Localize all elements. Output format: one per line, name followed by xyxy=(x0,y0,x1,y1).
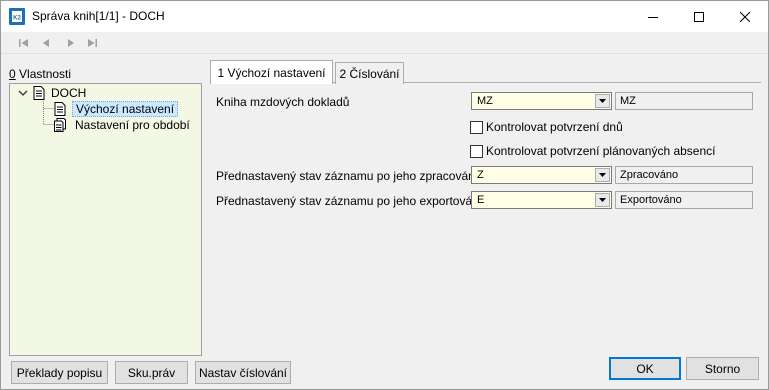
button-label: Překlady popisu xyxy=(16,365,103,380)
kontrolovat-absence-checkbox[interactable]: Kontrolovat potvrzení plánovaných absenc… xyxy=(470,144,715,158)
ok-button[interactable]: OK xyxy=(609,357,681,380)
stav-export-value: E xyxy=(477,194,485,206)
preklady-popisu-button[interactable]: Překlady popisu xyxy=(11,361,108,384)
first-record-button[interactable] xyxy=(16,36,32,50)
minimize-icon xyxy=(648,16,658,18)
minimize-button[interactable] xyxy=(630,1,676,32)
stav-zpracovani-value: Z xyxy=(477,169,484,181)
next-record-icon xyxy=(68,39,74,47)
maximize-icon xyxy=(694,11,704,22)
tree-item-label: DOCH xyxy=(51,86,87,100)
tree-item-label: Nastavení pro období xyxy=(75,118,190,132)
sku-prav-button[interactable]: Sku.práv xyxy=(115,361,188,384)
tree-item-vychozi-nastaveni[interactable]: Výchozí nastavení xyxy=(54,101,179,117)
document-icon xyxy=(33,86,45,100)
checkbox-box[interactable] xyxy=(470,144,483,158)
checkbox-label: Kontrolovat potvrzení plánovaných absenc… xyxy=(486,144,716,158)
button-label: Storno xyxy=(704,361,741,376)
stav-zpracovani-combo[interactable]: Z xyxy=(471,166,612,184)
dropdown-button[interactable] xyxy=(595,193,610,207)
first-record-icon xyxy=(19,39,28,47)
dropdown-button[interactable] xyxy=(595,168,610,182)
close-icon xyxy=(740,11,750,22)
last-record-button[interactable] xyxy=(85,36,101,50)
document-icon xyxy=(54,102,66,116)
title-bar[interactable]: K2 Správa knih[1/1] - DOCH xyxy=(1,1,768,32)
dialog-window: K2 Správa knih[1/1] - DOCH 0 Vlastnosti xyxy=(0,0,769,390)
stav-zpracovani-label: Přednastavený stav záznamu po jeho zprac… xyxy=(216,169,479,183)
kontrolovat-dny-checkbox[interactable]: Kontrolovat potvrzení dnů xyxy=(470,120,623,134)
kniha-value: MZ xyxy=(477,95,493,107)
checkbox-box[interactable] xyxy=(470,120,483,134)
kniha-combo[interactable]: MZ xyxy=(471,92,612,110)
chevron-down-icon xyxy=(599,173,606,177)
checkbox-label: Kontrolovat potvrzení dnů xyxy=(486,120,623,134)
tree-item-label: Výchozí nastavení xyxy=(72,101,179,117)
stav-zpracovani-description: Zpracováno xyxy=(615,166,753,184)
kniha-description: MZ xyxy=(615,92,753,110)
tab-label: 2 Číslování xyxy=(339,66,400,81)
tree-item-doch[interactable]: DOCH xyxy=(18,85,86,101)
storno-button[interactable]: Storno xyxy=(686,357,759,380)
app-icon: K2 xyxy=(9,8,25,25)
close-button[interactable] xyxy=(722,1,768,32)
window-title: Správa knih[1/1] - DOCH xyxy=(32,9,165,23)
properties-label-mnemonic: 0 xyxy=(9,67,16,81)
dropdown-button[interactable] xyxy=(595,94,610,108)
tree-item-nastaveni-pro-obdobi[interactable]: Nastavení pro období xyxy=(54,117,190,133)
record-toolbar xyxy=(1,32,768,54)
properties-label: 0 Vlastnosti xyxy=(9,67,71,81)
stav-export-description: Exportováno xyxy=(615,191,753,209)
properties-tree[interactable]: DOCH Výchozí nastavení Nastavení pro obd… xyxy=(9,83,202,356)
svg-text:K2: K2 xyxy=(13,16,21,22)
tab-cislovani[interactable]: 2 Číslování xyxy=(335,62,404,84)
collapse-chevron-icon[interactable] xyxy=(18,88,28,98)
multi-document-icon xyxy=(54,118,66,132)
previous-record-icon xyxy=(43,39,49,47)
previous-record-button[interactable] xyxy=(38,36,54,50)
chevron-down-icon xyxy=(599,198,606,202)
stav-export-label: Přednastavený stav záznamu po jeho expor… xyxy=(216,194,483,208)
button-label: OK xyxy=(636,361,654,376)
kniha-label: Kniha mzdových dokladů xyxy=(216,95,350,109)
nastav-cislovani-button[interactable]: Nastav číslování xyxy=(195,361,291,384)
button-label: Sku.práv xyxy=(127,365,176,380)
properties-label-text: Vlastnosti xyxy=(15,67,72,81)
stav-export-combo[interactable]: E xyxy=(471,191,612,209)
button-label: Nastav číslování xyxy=(198,365,288,380)
last-record-icon xyxy=(88,39,97,47)
next-record-button[interactable] xyxy=(63,36,79,50)
maximize-button[interactable] xyxy=(676,1,722,32)
tab-label: 1 Výchozí nastavení xyxy=(217,65,326,80)
chevron-down-icon xyxy=(599,99,606,103)
tab-vychozi-nastaveni[interactable]: 1 Výchozí nastavení xyxy=(210,60,333,84)
